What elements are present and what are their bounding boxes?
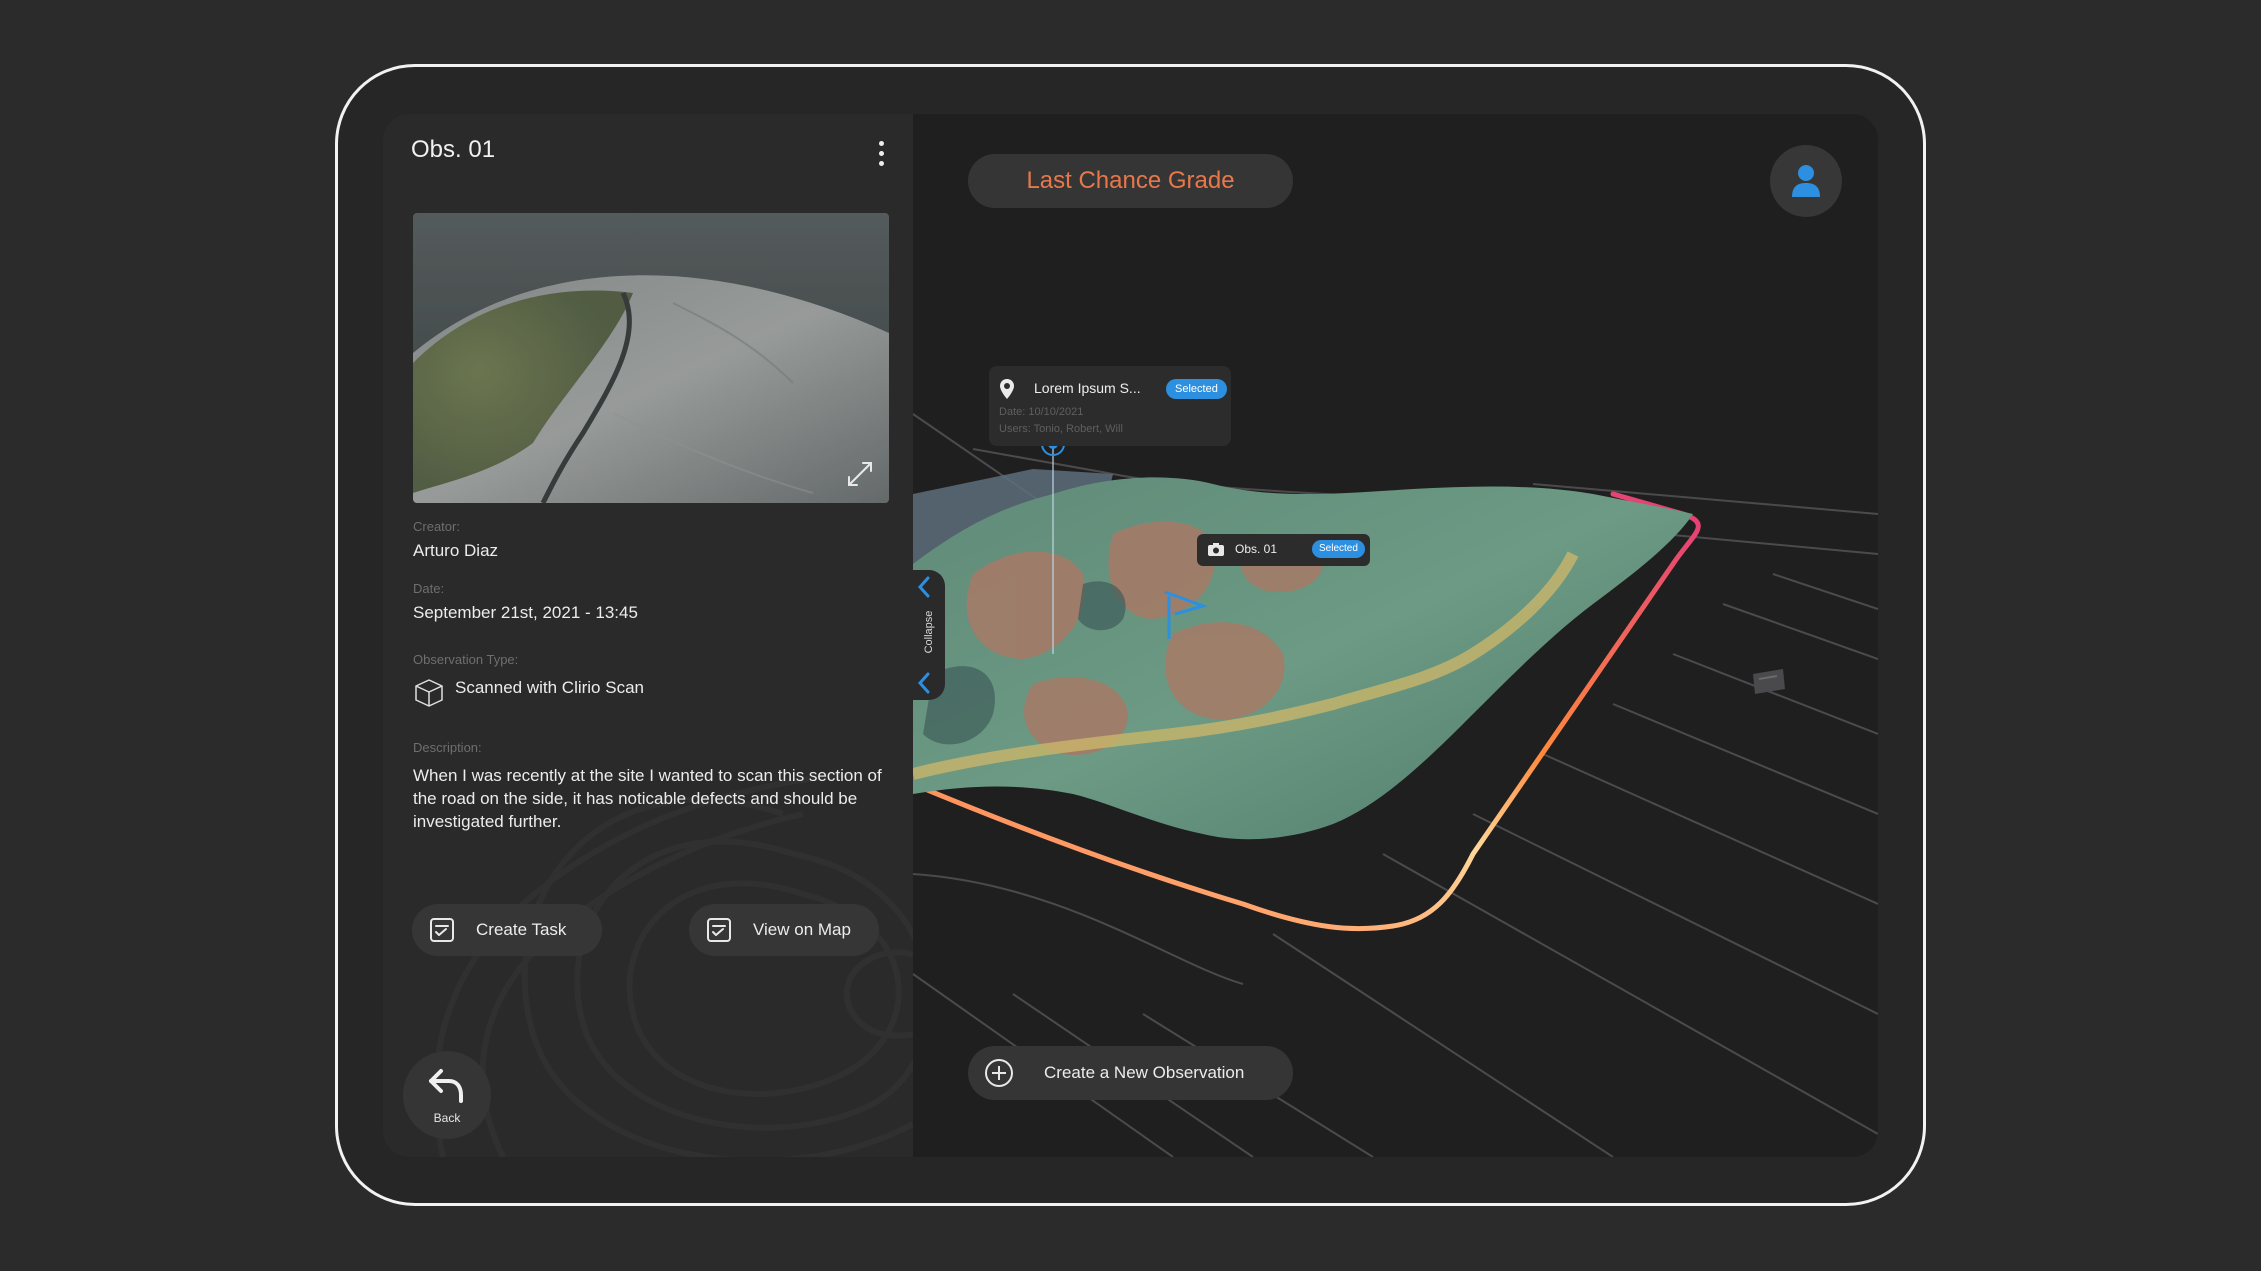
observation-type-value: Scanned with Clirio Scan <box>455 678 644 697</box>
scan-thumbnail[interactable] <box>413 213 889 503</box>
chevron-left-icon <box>917 576 930 598</box>
back-arrow-icon <box>429 1069 463 1103</box>
camera-icon <box>1208 543 1224 556</box>
create-task-label: Create Task <box>476 920 567 939</box>
create-new-observation-label: Create a New Observation <box>1044 1063 1245 1082</box>
location-popup-users: Users: Tonio, Robert, Will <box>999 423 1123 435</box>
creator-label: Creator: <box>413 519 460 534</box>
description-label: Description: <box>413 740 482 755</box>
task-icon <box>430 918 454 942</box>
date-label: Date: <box>413 581 445 596</box>
user-avatar-button[interactable] <box>1770 145 1842 217</box>
map-check-icon <box>707 918 731 942</box>
selected-badge: Selected <box>1166 379 1227 399</box>
view-on-map-button[interactable]: View on Map <box>689 904 879 956</box>
view-on-map-label: View on Map <box>753 920 851 939</box>
plus-circle-icon <box>985 1059 1013 1087</box>
observation-popup[interactable]: Obs. 01 Selected <box>1197 534 1370 566</box>
location-popup[interactable]: Lorem Ipsum S... Selected Date: 10/10/20… <box>989 366 1231 446</box>
creator-value: Arturo Diaz <box>413 541 499 560</box>
create-new-observation-button[interactable]: Create a New Observation <box>968 1046 1293 1100</box>
location-popup-name: Lorem Ipsum S... <box>1034 380 1141 396</box>
collapse-tab[interactable]: Collapse <box>913 570 945 700</box>
chevron-left-icon <box>917 672 930 694</box>
create-task-button[interactable]: Create Task <box>412 904 602 956</box>
back-label: Back <box>433 1111 461 1125</box>
expand-icon[interactable] <box>845 459 875 489</box>
building-marker <box>1753 669 1785 694</box>
description-text: When I was recently at the site I wanted… <box>413 766 882 831</box>
observation-title: Obs. 01 <box>411 136 496 163</box>
kebab-menu-icon[interactable] <box>871 138 891 172</box>
scan-image <box>413 213 889 503</box>
back-button[interactable]: Back <box>403 1051 491 1139</box>
project-name-pill[interactable]: Last Chance Grade <box>968 154 1293 208</box>
location-pin-icon <box>1000 379 1014 399</box>
terrain-3d-scene[interactable] <box>913 114 1878 1157</box>
observation-panel: Obs. 01 Creator: Arturo Diaz Date: Septe… <box>383 114 913 1157</box>
project-name: Last Chance Grade <box>1026 167 1235 194</box>
location-popup-date: Date: 10/10/2021 <box>999 406 1084 418</box>
cube-icon <box>415 679 443 707</box>
observation-popup-name: Obs. 01 <box>1235 542 1278 556</box>
app-screen: Obs. 01 Creator: Arturo Diaz Date: Septe… <box>383 114 1878 1157</box>
date-value: September 21st, 2021 - 13:45 <box>413 603 638 622</box>
map-view[interactable]: Collapse Last Chance Grade Lorem Ipsum S… <box>913 114 1878 1157</box>
user-icon <box>1792 165 1820 197</box>
selected-badge: Selected <box>1312 540 1365 558</box>
collapse-label: Collapse <box>923 610 935 654</box>
observation-type-label: Observation Type: <box>413 652 519 667</box>
